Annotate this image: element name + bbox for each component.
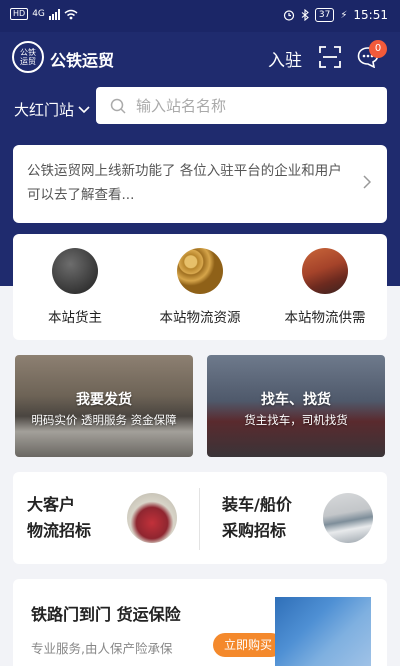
shippers-icon xyxy=(52,248,98,294)
bid-line: 大客户 xyxy=(27,495,76,514)
bid-procurement-tender[interactable]: 装车/船价 采购招标 xyxy=(222,492,292,544)
search-box[interactable] xyxy=(96,87,387,124)
insurance-subtitle: 专业服务,由人保产险承保 xyxy=(31,641,173,656)
banner-find-truck[interactable]: 找车、找货 货主找车，司机找货 xyxy=(207,355,385,457)
status-bar: HD 4G 37 ⚡ 15:51 xyxy=(0,0,400,32)
insurance-title: 铁路门到门 货运保险 xyxy=(31,605,181,624)
quick-link-label: 本站物流供需 xyxy=(284,310,366,326)
supply-demand-icon xyxy=(302,248,348,294)
quick-links-card: 本站货主 本站物流资源 本站物流供需 xyxy=(13,234,387,340)
quick-link-supply-demand[interactable]: 本站物流供需 xyxy=(263,248,387,326)
notice-card[interactable]: 公铁运贸网上线新功能了 各位入驻平台的企业和用户可以去了解查看... xyxy=(13,145,387,223)
insurance-card[interactable]: 铁路门到门 货运保险 专业服务,由人保产险承保 立即购买 xyxy=(13,579,387,666)
bid-line: 物流招标 xyxy=(27,521,92,540)
search-icon xyxy=(110,98,126,114)
station-name: 大红门站 xyxy=(14,101,75,119)
divider xyxy=(199,488,200,550)
scan-icon[interactable] xyxy=(319,46,341,68)
quick-link-label: 本站物流资源 xyxy=(159,310,241,326)
bid-line: 装车/船价 xyxy=(222,495,292,514)
wifi-icon xyxy=(64,9,78,19)
join-button[interactable]: 入驻 xyxy=(268,46,302,71)
bullet-train-image xyxy=(323,493,373,543)
chevron-down-icon xyxy=(78,105,90,113)
brand-logo: 公铁 运贸 xyxy=(12,41,44,73)
quick-link-label: 本站货主 xyxy=(48,310,102,326)
quick-link-resources[interactable]: 本站物流资源 xyxy=(138,248,262,326)
brand-name: 公铁运贸 xyxy=(50,51,115,70)
bid-logistics-tender[interactable]: 大客户 物流招标 xyxy=(27,492,91,544)
station-selector[interactable]: 大红门站 xyxy=(14,99,90,120)
banner-subtitle: 明码实价 透明服务 资金保障 xyxy=(31,413,177,427)
quick-link-shippers[interactable]: 本站货主 xyxy=(13,248,137,326)
train-image xyxy=(127,493,177,543)
banner-title: 找车、找货 xyxy=(261,392,331,408)
network-type: 4G xyxy=(32,9,45,19)
message-badge: 0 xyxy=(369,40,387,58)
bidding-card: 大客户 物流招标 装车/船价 采购招标 xyxy=(13,472,387,564)
alarm-icon xyxy=(283,10,295,21)
insurance-image xyxy=(275,597,371,666)
signal-icon xyxy=(48,8,60,20)
bluetooth-icon xyxy=(301,9,309,21)
banner-subtitle: 货主找车，司机找货 xyxy=(244,413,348,427)
search-input[interactable] xyxy=(136,96,356,115)
resources-icon xyxy=(177,248,223,294)
buy-now-button[interactable]: 立即购买 xyxy=(213,633,283,657)
charging-icon: ⚡ xyxy=(340,9,348,21)
hd-indicator: HD xyxy=(10,8,29,20)
notice-text: 公铁运贸网上线新功能了 各位入驻平台的企业和用户可以去了解查看... xyxy=(27,163,342,203)
top-bar: 公铁 运贸 公铁运贸 入驻 0 xyxy=(0,32,400,84)
banner-title: 我要发货 xyxy=(76,392,132,408)
clock: 15:51 xyxy=(353,8,388,22)
banner-ship-goods[interactable]: 我要发货 明码实价 透明服务 资金保障 xyxy=(15,355,193,457)
battery-level: 37 xyxy=(314,8,335,22)
bid-line: 采购招标 xyxy=(222,521,287,540)
chevron-right-icon xyxy=(363,175,371,189)
